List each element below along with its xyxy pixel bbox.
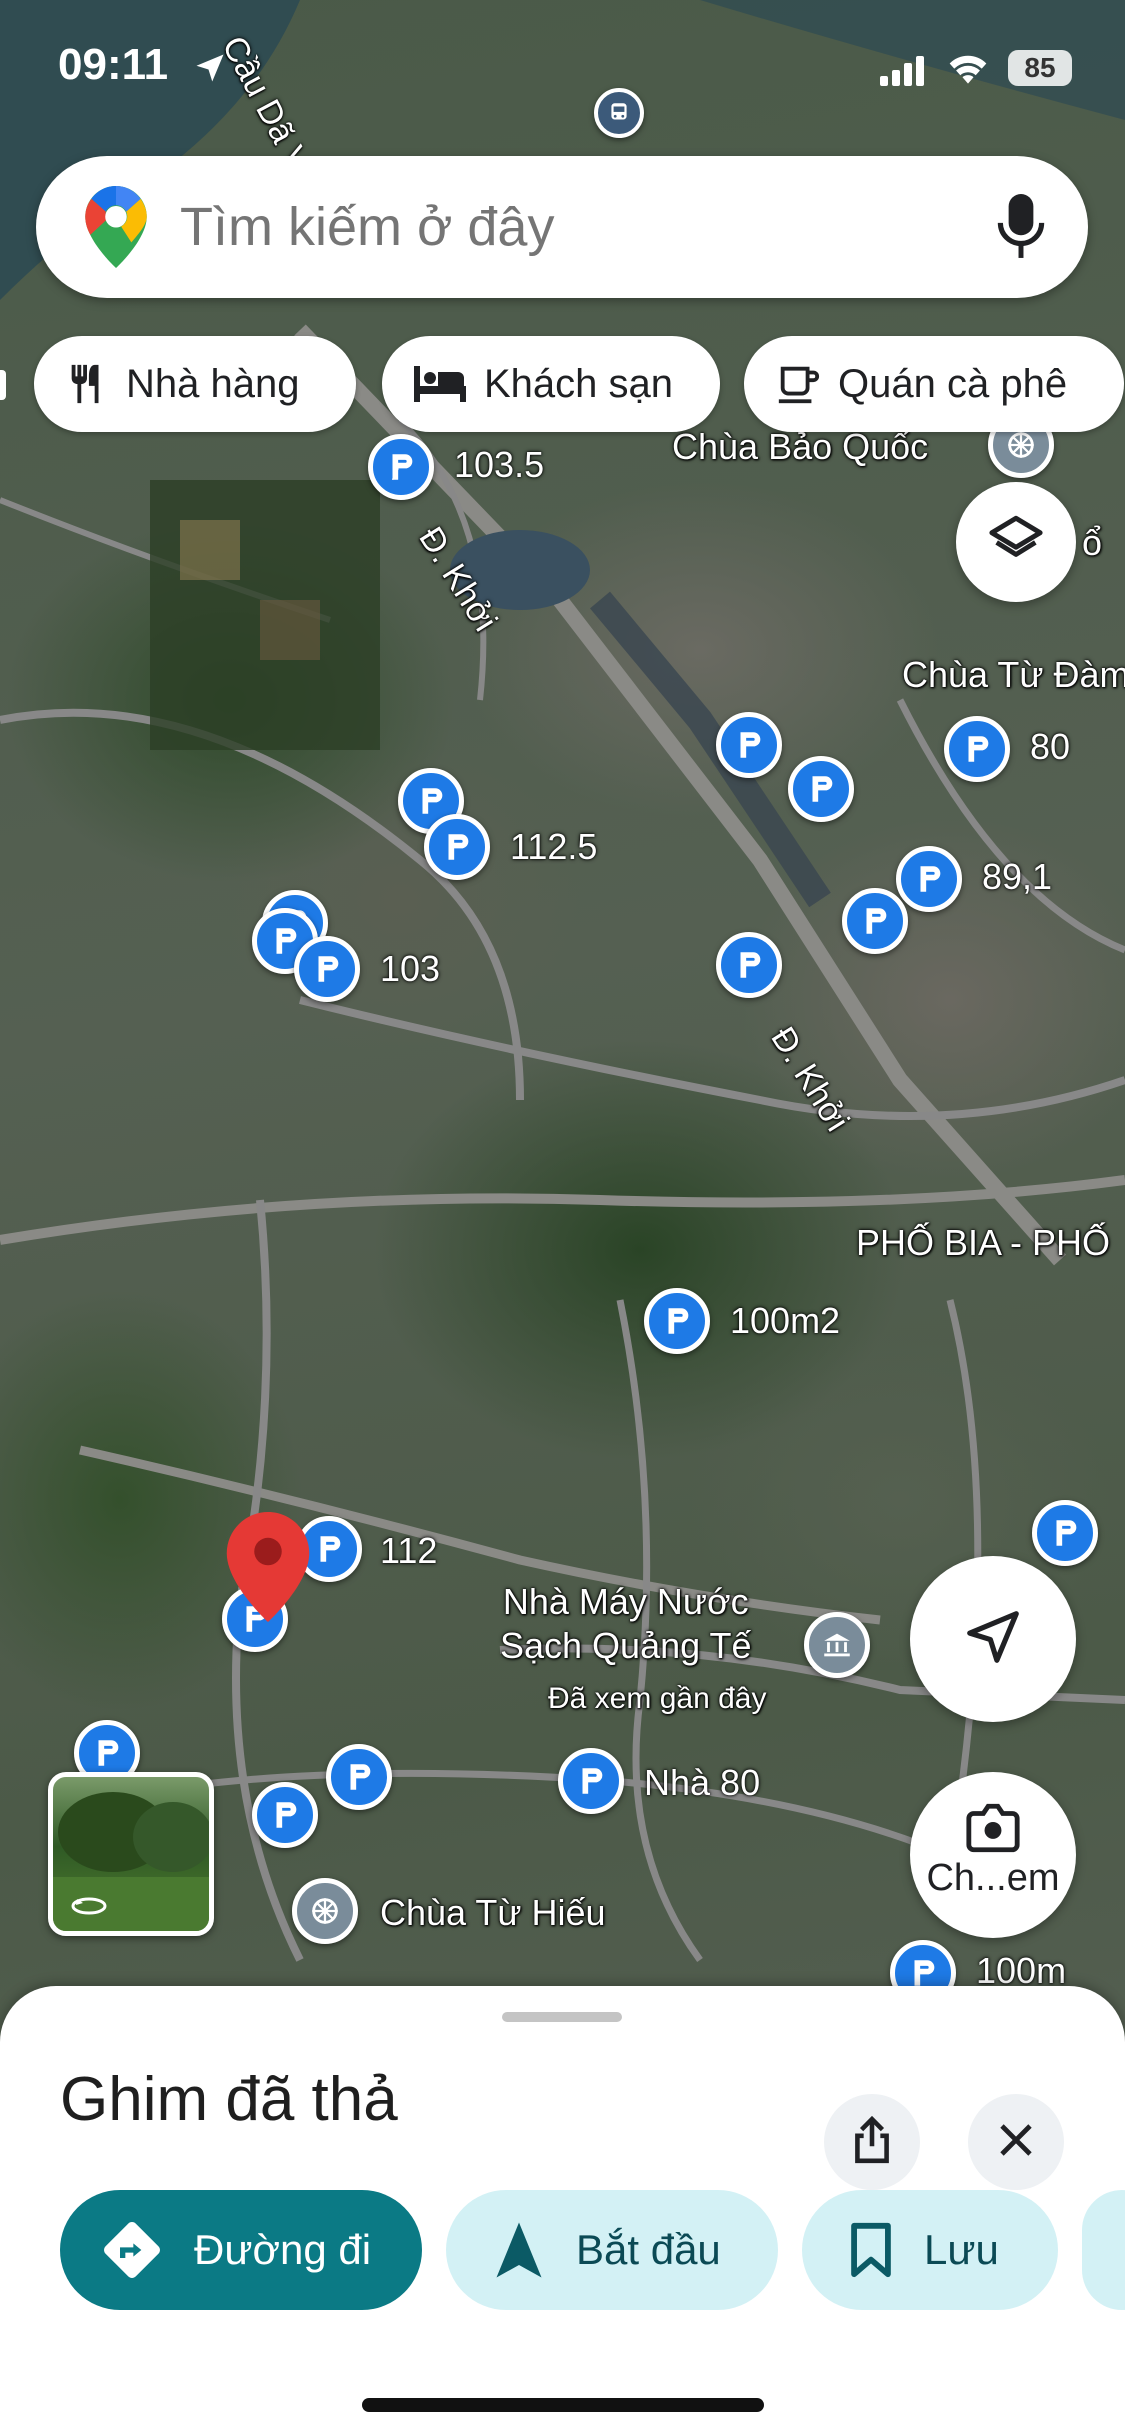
home-indicator[interactable] xyxy=(362,2398,764,2412)
status-bar: 09:11 85 xyxy=(0,0,1125,140)
parking-pin[interactable] xyxy=(368,434,434,500)
coffee-cup-icon xyxy=(774,361,822,407)
dropped-pin-marker[interactable] xyxy=(226,1512,310,1622)
parking-pin[interactable] xyxy=(842,888,908,954)
camera-button-label: Ch...em xyxy=(926,1856,1060,1899)
status-time: 09:11 xyxy=(58,40,169,89)
directions-icon xyxy=(100,2218,164,2282)
chip-restaurants[interactable]: Nhà hàng xyxy=(34,336,356,432)
street-view-thumbnail[interactable] xyxy=(48,1772,214,1936)
share-icon xyxy=(849,2115,895,2170)
parking-pin[interactable] xyxy=(424,814,490,880)
place-label-chua-tu-hieu[interactable]: Chùa Từ Hiếu xyxy=(380,1892,606,1934)
battery-indicator: 85 xyxy=(1008,50,1072,86)
parking-pin[interactable] xyxy=(716,712,782,778)
close-icon xyxy=(996,2120,1036,2165)
chip-scroll-edge xyxy=(0,370,6,400)
pin-label: 103 xyxy=(380,948,441,989)
parking-pin[interactable] xyxy=(252,1782,318,1848)
chip-label: Khách sạn xyxy=(484,361,674,406)
sheet-drag-handle[interactable] xyxy=(502,2012,622,2022)
place-label-nha-may-nuoc[interactable]: Nhà Máy Nước Sạch Quảng Tế xyxy=(500,1580,752,1668)
place-label-chua-bao-quoc[interactable]: Chùa Bảo Quốc xyxy=(672,426,928,468)
rotate-360-icon xyxy=(69,1895,109,1917)
navigation-icon xyxy=(492,2220,546,2280)
chip-label: Nhà hàng xyxy=(126,361,300,406)
temple-icon[interactable] xyxy=(292,1878,358,1944)
navigation-arrow-icon xyxy=(962,1606,1024,1673)
google-maps-logo-icon xyxy=(84,186,148,273)
wifi-icon xyxy=(946,52,990,91)
parking-pin[interactable] xyxy=(896,846,962,912)
sheet-title: Ghim đã thả xyxy=(60,2065,398,2134)
museum-icon[interactable] xyxy=(804,1612,870,1678)
lens-search-button[interactable]: Ch...em xyxy=(910,1772,1076,1938)
fork-knife-icon xyxy=(64,361,110,407)
more-actions-chip[interactable] xyxy=(1082,2190,1125,2310)
share-button[interactable] xyxy=(824,2094,920,2190)
place-label-pho-bia[interactable]: PHỐ BIA - PHỐ xyxy=(856,1222,1110,1264)
pin-label: 112 xyxy=(380,1530,438,1571)
location-arrow-icon xyxy=(192,50,228,91)
search-input[interactable] xyxy=(180,192,980,262)
parking-pin[interactable] xyxy=(716,932,782,998)
layers-icon xyxy=(987,511,1045,574)
chip-hotels[interactable]: Khách sạn xyxy=(382,336,720,432)
place-label-edge-fragment: ổ xyxy=(1082,522,1103,563)
chip-cafes[interactable]: Quán cà phê xyxy=(744,336,1124,432)
my-location-button[interactable] xyxy=(910,1556,1076,1722)
parking-pin[interactable] xyxy=(294,936,360,1002)
start-navigation-button[interactable]: Bắt đầu xyxy=(446,2190,778,2310)
parking-pin[interactable] xyxy=(1032,1500,1098,1566)
save-button[interactable]: Lưu xyxy=(802,2190,1058,2310)
close-button[interactable] xyxy=(968,2094,1064,2190)
parking-pin[interactable] xyxy=(788,756,854,822)
camera-icon xyxy=(964,1803,1022,1853)
parking-pin[interactable] xyxy=(558,1748,624,1814)
save-label: Lưu xyxy=(924,2226,999,2273)
bed-icon xyxy=(412,362,468,406)
place-bottom-sheet[interactable]: Ghim đã thả Đường đi Bắt đầu Lưu xyxy=(0,1986,1125,2436)
parking-pin[interactable] xyxy=(944,716,1010,782)
microphone-icon[interactable] xyxy=(996,194,1046,265)
directions-button[interactable]: Đường đi xyxy=(60,2190,422,2310)
place-label-recently-viewed: Đã xem gần đây xyxy=(548,1682,767,1715)
pin-label: 100m2 xyxy=(730,1300,841,1341)
cellular-signal-icon xyxy=(880,56,926,91)
parking-pin[interactable] xyxy=(644,1288,710,1354)
pin-label: 89,1 xyxy=(982,856,1053,897)
directions-label: Đường đi xyxy=(194,2226,372,2273)
bookmark-icon xyxy=(848,2221,894,2279)
start-label: Bắt đầu xyxy=(576,2226,721,2273)
search-bar[interactable] xyxy=(36,156,1088,298)
pin-label: 80 xyxy=(1030,726,1071,767)
pin-label: 103.5 xyxy=(454,444,545,485)
parking-pin[interactable] xyxy=(326,1744,392,1810)
map-layers-button[interactable] xyxy=(956,482,1076,602)
pin-label: 112.5 xyxy=(510,826,598,867)
chip-label: Quán cà phê xyxy=(838,361,1068,406)
place-label-chua-tu-dam[interactable]: Chùa Từ Đàm xyxy=(902,654,1125,696)
pin-label: Nhà 80 xyxy=(644,1762,761,1803)
